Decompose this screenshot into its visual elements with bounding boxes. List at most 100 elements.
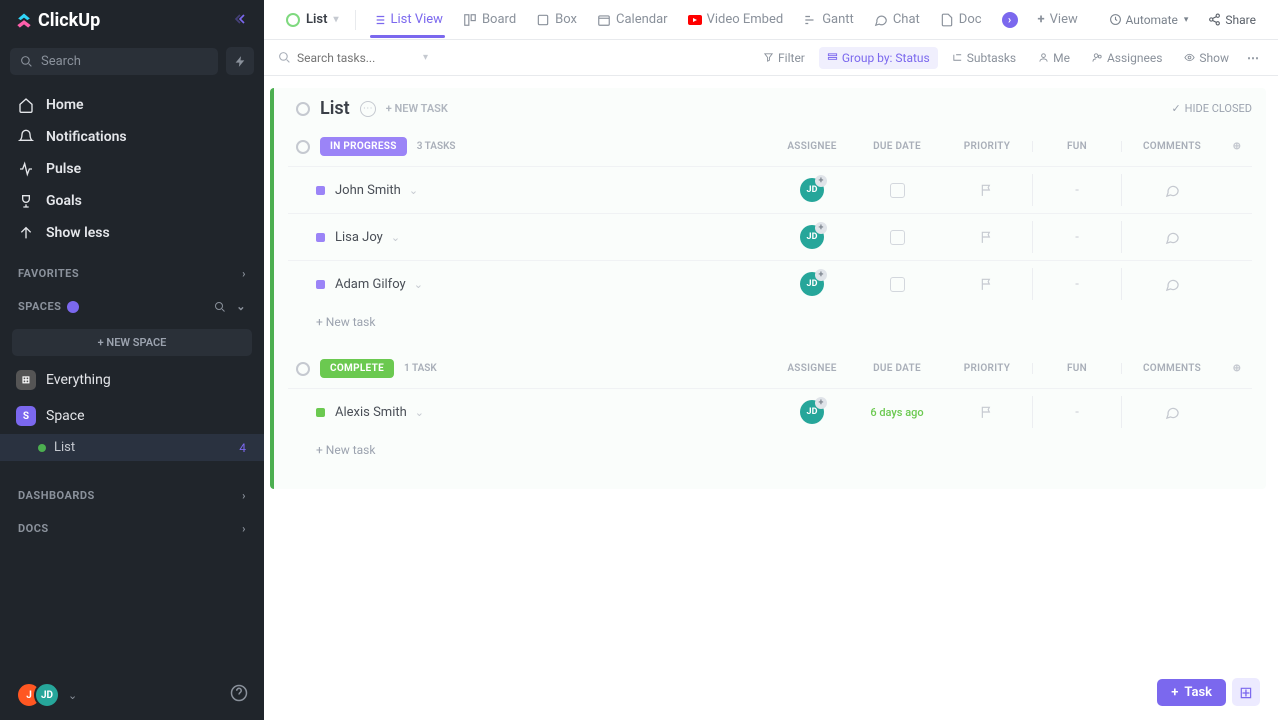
app-logo[interactable]: ClickUp: [14, 10, 100, 31]
add-view-button[interactable]: +View: [1030, 2, 1086, 37]
new-task-fab[interactable]: +Task: [1157, 679, 1226, 706]
nav-show-less[interactable]: Show less: [0, 217, 264, 249]
add-column-button[interactable]: ⊕: [1222, 141, 1252, 152]
tab-chat[interactable]: Chat: [866, 2, 928, 37]
task-row[interactable]: John Smith ⌄ JD -: [288, 166, 1252, 213]
task-row[interactable]: Alexis Smith ⌄ JD 6 days ago -: [288, 388, 1252, 435]
task-menu-icon[interactable]: ⌄: [414, 278, 423, 291]
group-collapse-toggle[interactable]: [296, 362, 310, 376]
spaces-section[interactable]: SPACES ⌄: [0, 290, 264, 323]
docs-section[interactable]: DOCS ›: [0, 512, 264, 545]
cell-due-date[interactable]: [852, 268, 942, 300]
status-pill[interactable]: COMPLETE: [320, 359, 394, 378]
collapse-sidebar-button[interactable]: [234, 11, 250, 31]
cell-fun[interactable]: -: [1032, 174, 1122, 206]
search-tasks-input[interactable]: [297, 51, 417, 65]
gantt-icon: [803, 13, 817, 27]
cell-fun[interactable]: -: [1032, 268, 1122, 300]
chevron-down-icon[interactable]: ⌄: [236, 300, 246, 313]
task-menu-icon[interactable]: ⌄: [391, 231, 400, 244]
cell-comments[interactable]: [1122, 221, 1222, 253]
cell-priority[interactable]: [942, 268, 1032, 300]
favorites-section[interactable]: FAVORITES ›: [0, 257, 264, 290]
task-menu-icon[interactable]: ⌄: [415, 406, 424, 419]
cell-comments[interactable]: [1122, 174, 1222, 206]
hide-closed-button[interactable]: ✓HIDE CLOSED: [1171, 102, 1252, 115]
nav-home[interactable]: Home: [0, 89, 264, 121]
cell-due-date[interactable]: 6 days ago: [852, 396, 942, 428]
dashboards-section[interactable]: DASHBOARDS ›: [0, 479, 264, 512]
automate-button[interactable]: Automate▾: [1101, 8, 1197, 32]
user-avatar-2[interactable]: JD: [34, 682, 60, 708]
task-status-dot[interactable]: [316, 233, 325, 242]
help-button[interactable]: [230, 684, 248, 706]
calendar-icon[interactable]: [890, 230, 905, 245]
task-row[interactable]: Adam Gilfoy ⌄ JD -: [288, 260, 1252, 307]
cell-priority[interactable]: [942, 221, 1032, 253]
search-icon[interactable]: [214, 301, 226, 313]
chevron-down-icon[interactable]: ⌄: [68, 689, 77, 702]
quick-action-button[interactable]: [226, 47, 254, 75]
group-collapse-toggle[interactable]: [296, 140, 310, 154]
subtasks-button[interactable]: Subtasks: [944, 47, 1024, 69]
cell-fun[interactable]: -: [1032, 396, 1122, 428]
sidebar-item-list[interactable]: List 4: [0, 434, 264, 461]
new-task-button[interactable]: + New task: [288, 435, 1252, 461]
cell-comments[interactable]: [1122, 396, 1222, 428]
cell-due-date[interactable]: [852, 174, 942, 206]
status-pill[interactable]: IN PROGRESS: [320, 137, 407, 156]
cell-assignee[interactable]: JD: [772, 221, 852, 253]
cell-comments[interactable]: [1122, 268, 1222, 300]
sidebar-item-everything[interactable]: ⊞ Everything: [0, 362, 264, 398]
cell-fun[interactable]: -: [1032, 221, 1122, 253]
add-column-button[interactable]: ⊕: [1222, 363, 1252, 374]
nav-notifications[interactable]: Notifications: [0, 121, 264, 153]
task-status-dot[interactable]: [316, 280, 325, 289]
col-assignee: ASSIGNEE: [772, 363, 852, 374]
view-scroll-button[interactable]: ›: [994, 2, 1026, 38]
calendar-icon[interactable]: [890, 277, 905, 292]
new-task-button[interactable]: + New task: [288, 307, 1252, 333]
cell-assignee[interactable]: JD: [772, 268, 852, 300]
chevron-down-icon[interactable]: ▾: [423, 52, 428, 63]
task-menu-icon[interactable]: ⌄: [409, 184, 418, 197]
expand-toggle[interactable]: [296, 102, 310, 116]
tab-calendar[interactable]: Calendar: [589, 2, 676, 37]
sidebar-search[interactable]: Search: [10, 48, 218, 75]
group-by-button[interactable]: Group by: Status: [819, 47, 938, 69]
nav-pulse[interactable]: Pulse: [0, 153, 264, 185]
breadcrumb-list[interactable]: List ▾: [278, 12, 347, 27]
sidebar-footer: J JD ⌄: [0, 670, 264, 720]
tab-board[interactable]: Board: [455, 2, 524, 37]
more-button[interactable]: ⋯: [1243, 51, 1264, 65]
share-button[interactable]: Share: [1200, 8, 1264, 32]
fab-more-button[interactable]: ⊞: [1232, 678, 1260, 706]
filter-button[interactable]: Filter: [755, 47, 813, 69]
list-status-dot: [38, 444, 46, 452]
cell-priority[interactable]: [942, 174, 1032, 206]
new-space-button[interactable]: + NEW SPACE: [12, 329, 252, 356]
tab-gantt[interactable]: Gantt: [795, 2, 862, 37]
divider: [355, 10, 356, 30]
cell-due-date[interactable]: [852, 221, 942, 253]
search-tasks[interactable]: ▾: [278, 51, 428, 65]
cell-assignee[interactable]: JD: [772, 174, 852, 206]
task-status-dot[interactable]: [316, 186, 325, 195]
tab-video-embed[interactable]: Video Embed: [680, 2, 792, 37]
nav-goals[interactable]: Goals: [0, 185, 264, 217]
tab-list-view[interactable]: List View: [364, 2, 451, 37]
me-button[interactable]: Me: [1030, 47, 1078, 69]
tab-doc[interactable]: Doc: [932, 2, 990, 37]
sidebar-item-space[interactable]: S Space: [0, 398, 264, 434]
cell-priority[interactable]: [942, 396, 1032, 428]
task-row[interactable]: Lisa Joy ⌄ JD -: [288, 213, 1252, 260]
new-task-inline[interactable]: + NEW TASK: [386, 102, 448, 115]
assignees-button[interactable]: Assignees: [1084, 47, 1170, 69]
info-icon[interactable]: ⋯: [360, 101, 376, 117]
show-button[interactable]: Show: [1176, 47, 1237, 69]
calendar-icon[interactable]: [890, 183, 905, 198]
cell-assignee[interactable]: JD: [772, 396, 852, 428]
task-status-dot[interactable]: [316, 408, 325, 417]
comment-icon: [1165, 183, 1180, 198]
tab-box[interactable]: Box: [528, 2, 585, 37]
